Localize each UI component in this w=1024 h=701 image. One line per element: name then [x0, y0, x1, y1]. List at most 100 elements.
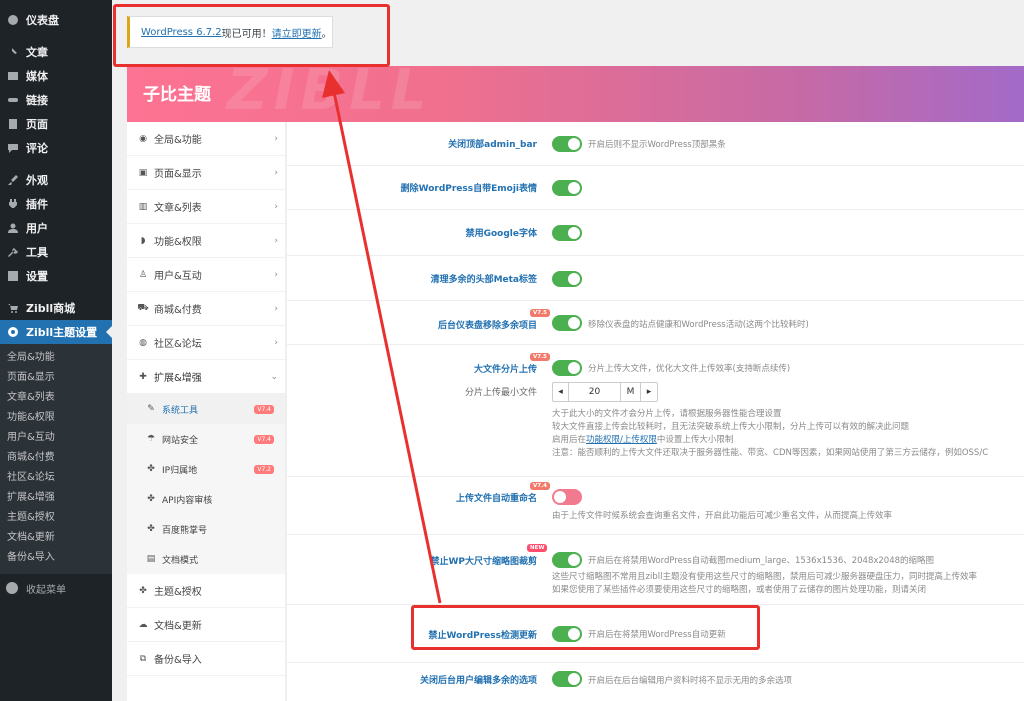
nav-docs-update[interactable]: ☁ 文档&更新	[127, 608, 285, 642]
new-badge: NEW	[527, 544, 548, 552]
option-desc: 分片上传大文件，优化大文件上传效率(支持断点续传)	[588, 364, 791, 374]
submenu-item[interactable]: 备份&导入	[0, 548, 112, 568]
increment-button[interactable]: ▸	[641, 383, 657, 401]
menu-label: 设置	[26, 270, 48, 283]
nav-permission[interactable]: ◗ 功能&权限 ›	[127, 224, 285, 258]
nav-label: 扩展&增强	[154, 373, 202, 384]
nav-user[interactable]: ♙ 用户&互动 ›	[127, 258, 285, 292]
user-icon	[6, 221, 20, 235]
chevron-right-icon: ›	[274, 167, 278, 178]
menu-item-dashboard[interactable]: 仪表盘	[0, 8, 112, 32]
submenu-item[interactable]: 文章&列表	[0, 388, 112, 408]
option-label: 上传文件自动重命名	[455, 494, 537, 504]
collapse-menu-button[interactable]: 收起菜单	[0, 576, 112, 600]
admin-bar-toggle[interactable]	[552, 136, 582, 152]
extension-submenu: ✎ 系统工具 V7.4 ☂ 网站安全 V7.4 ✤ IP归属地 V7.2 ✤ API内容审核 …	[127, 394, 285, 574]
chunk-upload-toggle[interactable]	[552, 360, 582, 376]
chevron-right-icon: ›	[274, 133, 278, 144]
cart-icon: ⛟	[137, 303, 149, 313]
menu-item-appearance[interactable]: 外观	[0, 168, 112, 192]
menu-item-zibll-shop[interactable]: Zibll商城	[0, 296, 112, 320]
settings-icon	[6, 269, 20, 283]
nav-theme-auth[interactable]: ✤ 主题&授权	[127, 574, 285, 608]
copy-icon: ⧉	[139, 653, 147, 664]
nav-label: IP归属地	[162, 465, 198, 476]
note-text: 中设置上传大小限制	[656, 435, 734, 445]
menu-item-users[interactable]: 用户	[0, 216, 112, 240]
nav-forum[interactable]: ◍ 社区&论坛 ›	[127, 326, 285, 360]
submenu-item[interactable]: 主题&授权	[0, 508, 112, 528]
admin-sidebar: 仪表盘 文章 媒体 链接 页面 评论 外观 插件 用户 工具 设置 Zibll商…	[0, 0, 112, 701]
menu-label: 用户	[26, 222, 48, 235]
banner-title: 子比主题	[143, 85, 211, 105]
nav-system-tools[interactable]: ✎ 系统工具 V7.4	[127, 394, 285, 424]
chunk-size-stepper[interactable]: ◂ 20 M ▸	[552, 382, 658, 402]
plugin-icon	[6, 197, 20, 211]
nav-shop[interactable]: ⛟ 商城&付费 ›	[127, 292, 285, 326]
menu-label: 链接	[26, 94, 48, 107]
pin-icon	[6, 45, 20, 59]
umbrella-icon: ☂	[146, 434, 156, 444]
nav-label: 页面&显示	[154, 169, 202, 180]
version-badge: V7.4	[530, 482, 550, 490]
submenu-item[interactable]: 功能&权限	[0, 408, 112, 428]
submenu-item[interactable]: 社区&论坛	[0, 468, 112, 488]
menu-label: Zibll商城	[26, 302, 76, 315]
option-row: 清理多余的头部Meta标签	[287, 256, 1024, 301]
nav-security[interactable]: ☂ 网站安全 V7.4	[127, 424, 285, 454]
submenu-item[interactable]: 页面&显示	[0, 368, 112, 388]
menu-item-links[interactable]: 链接	[0, 88, 112, 112]
nav-label: 社区&论坛	[154, 339, 202, 350]
theme-banner: ZIBLL 子比主题	[127, 66, 1024, 122]
nav-global[interactable]: ◉ 全局&功能 ›	[127, 122, 285, 156]
option-desc: 由于上传文件时候系统会查询重名文件，开启此功能后可减少重名文件，从而提高上传效率	[552, 511, 893, 521]
nav-backup[interactable]: ⧉ 备份&导入	[127, 642, 285, 676]
compass-icon: ◍	[139, 337, 147, 348]
nav-article[interactable]: ▥ 文章&列表 ›	[127, 190, 285, 224]
cloud-icon: ☁	[138, 619, 148, 630]
menu-item-comments[interactable]: 评论	[0, 136, 112, 160]
option-label: 关闭后台用户编辑多余的选项	[419, 676, 537, 686]
menu-item-pages[interactable]: 页面	[0, 112, 112, 136]
nav-api-review[interactable]: ✤ API内容审核	[127, 484, 285, 514]
submenu-item[interactable]: 文档&更新	[0, 528, 112, 548]
submenu-item[interactable]: 商城&付费	[0, 448, 112, 468]
google-fonts-toggle[interactable]	[552, 225, 582, 241]
emoji-toggle[interactable]	[552, 180, 582, 196]
menu-item-plugins[interactable]: 插件	[0, 192, 112, 216]
unit-label: M	[621, 383, 641, 401]
option-note: 较大文件直接上传会比较耗时，且无法突破系统上传大小限制，分片上传可以有效的解决此…	[552, 422, 910, 432]
decrement-button[interactable]: ◂	[553, 383, 569, 401]
dashboard-toggle[interactable]	[552, 315, 582, 331]
chevron-right-icon: ›	[274, 269, 278, 280]
submenu-item[interactable]: 用户&互动	[0, 428, 112, 448]
note-text: 启用后在	[552, 435, 587, 445]
nav-extension[interactable]: ✚ 扩展&增强 ⌄	[127, 360, 285, 394]
upload-permission-link[interactable]: 功能权限/上传权限	[586, 435, 657, 445]
menu-item-tools[interactable]: 工具	[0, 240, 112, 264]
comment-icon	[6, 141, 20, 155]
nav-label: 文档模式	[162, 555, 199, 566]
nav-doc-mode[interactable]: ▤ 文档模式	[127, 544, 285, 574]
paw-icon: ✤	[147, 464, 155, 474]
menu-item-settings[interactable]: 设置	[0, 264, 112, 288]
submenu-item[interactable]: 全局&功能	[0, 348, 112, 368]
brush-icon	[6, 173, 20, 187]
menu-item-zibll-theme-settings[interactable]: Zibll主题设置	[0, 320, 112, 344]
menu-label: 插件	[26, 198, 48, 211]
nav-baidu[interactable]: ✤ 百度熊掌号	[127, 514, 285, 544]
rename-toggle[interactable]	[552, 489, 582, 505]
dashboard-icon	[6, 13, 20, 27]
chunk-size-value[interactable]: 20	[569, 383, 621, 401]
settings-nav: ◉ 全局&功能 › ▣ 页面&显示 › ▥ 文章&列表 › ◗ 功能&权限 › ♙ 用户&互动 › …	[127, 122, 286, 701]
profile-toggle[interactable]	[552, 671, 582, 687]
banner-watermark: ZIBLL	[227, 66, 433, 122]
option-label: 清理多余的头部Meta标签	[430, 275, 537, 285]
nav-ip-location[interactable]: ✤ IP归属地 V7.2	[127, 454, 285, 484]
meta-toggle[interactable]	[552, 271, 582, 287]
menu-item-posts[interactable]: 文章	[0, 40, 112, 64]
menu-item-media[interactable]: 媒体	[0, 64, 112, 88]
nav-page[interactable]: ▣ 页面&显示 ›	[127, 156, 285, 190]
big-image-toggle[interactable]	[552, 552, 582, 568]
submenu-item[interactable]: 扩展&增强	[0, 488, 112, 508]
